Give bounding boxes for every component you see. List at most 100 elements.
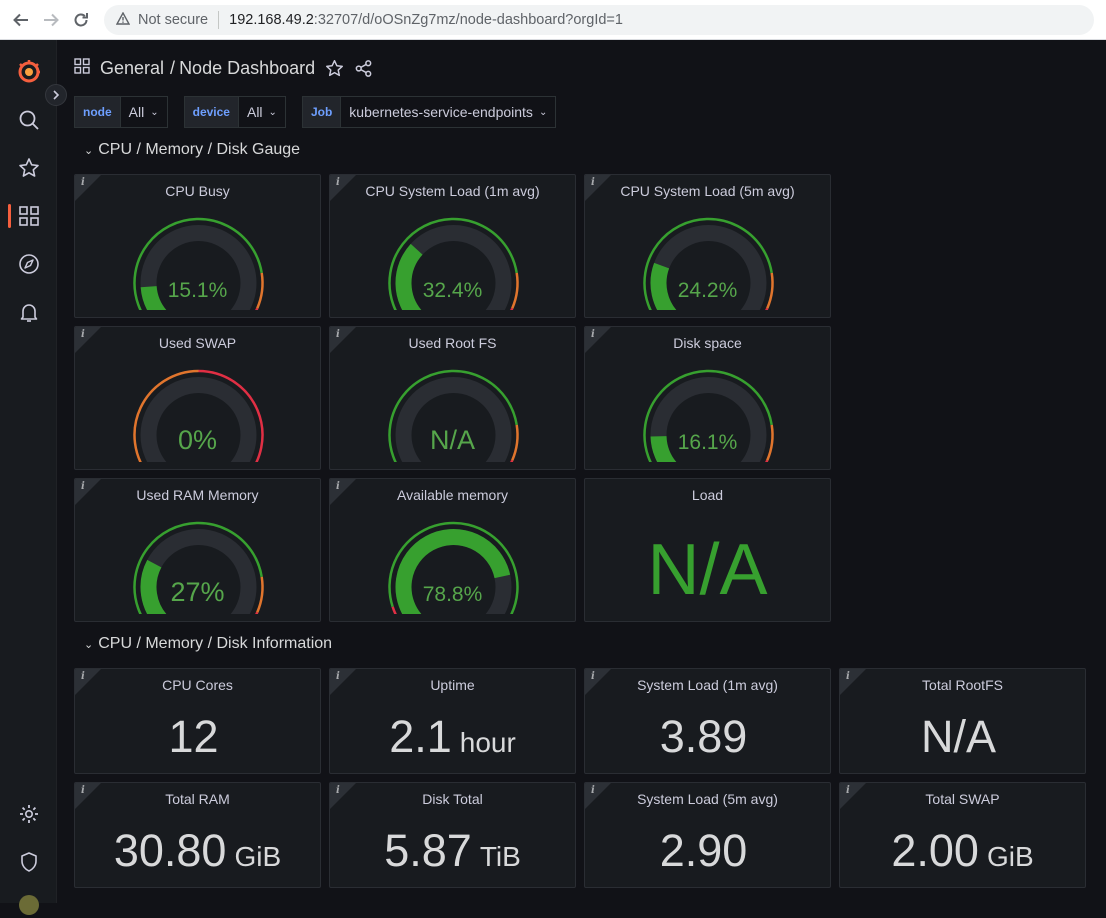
chevron-down-icon: ⌄ bbox=[84, 144, 94, 157]
panel-title[interactable]: Uptime bbox=[330, 677, 575, 693]
gauge-panel[interactable]: i CPU Busy 15.1% bbox=[74, 174, 321, 318]
browser-toolbar: Not secure 192.168.49.2 :32707/d/oOSnZg7… bbox=[0, 0, 1106, 40]
chevron-down-icon: ⌄ bbox=[268, 106, 277, 118]
gauge-value: 27% bbox=[170, 577, 225, 607]
panel-title[interactable]: System Load (1m avg) bbox=[585, 677, 830, 693]
grafana-logo-icon[interactable] bbox=[16, 58, 42, 84]
panel-title[interactable]: Used RAM Memory bbox=[75, 487, 320, 503]
panel-title[interactable]: CPU Cores bbox=[75, 677, 320, 693]
dashboard-header: General / Node Dashboard bbox=[74, 54, 373, 82]
stat-panel[interactable]: i Total RootFS N/A bbox=[839, 668, 1086, 774]
load-value: N/A bbox=[647, 530, 768, 610]
favorite-star-icon[interactable] bbox=[325, 59, 344, 78]
panel-title[interactable]: Total RAM bbox=[75, 791, 320, 807]
url-path: :32707/d/oOSnZg7mz/node-dashboard?orgId=… bbox=[313, 11, 623, 28]
stat-value: 30.80 GiB bbox=[75, 825, 320, 877]
address-divider bbox=[218, 10, 220, 29]
gauge-value: 15.1% bbox=[167, 279, 228, 302]
active-nav-indicator bbox=[8, 204, 11, 228]
gauge-value: 32.4% bbox=[422, 279, 483, 302]
stat-value: 2.1 hour bbox=[330, 711, 575, 763]
search-icon[interactable] bbox=[16, 107, 42, 133]
row-title: CPU / Memory / Disk Gauge bbox=[98, 141, 301, 158]
gauge-panel[interactable]: i Available memory 78.8% bbox=[329, 478, 576, 622]
panel-title[interactable]: System Load (5m avg) bbox=[585, 791, 830, 807]
variable-label-device: device bbox=[183, 96, 239, 128]
stat-number: 30.80 bbox=[113, 825, 227, 876]
stat-value: 2.90 bbox=[585, 825, 830, 877]
stat-panel[interactable]: i Disk Total 5.87 TiB bbox=[329, 782, 576, 888]
row-header-gauge[interactable]: ⌄ CPU / Memory / Disk Gauge bbox=[84, 141, 300, 159]
stat-panel[interactable]: i System Load (1m avg) 3.89 bbox=[584, 668, 831, 774]
stat-unit: GiB bbox=[234, 841, 282, 872]
address-bar[interactable]: Not secure 192.168.49.2 :32707/d/oOSnZg7… bbox=[104, 4, 1094, 35]
panel-title[interactable]: Total SWAP bbox=[840, 791, 1085, 807]
panel-title[interactable]: Used SWAP bbox=[75, 335, 320, 351]
panel-title[interactable]: Total RootFS bbox=[840, 677, 1085, 693]
breadcrumb-separator: / bbox=[170, 57, 176, 78]
shield-icon[interactable] bbox=[16, 849, 42, 875]
variable-value: kubernetes-service-endpoints bbox=[349, 104, 533, 120]
chevron-right-icon bbox=[53, 90, 60, 100]
warning-triangle-icon bbox=[115, 11, 131, 28]
panel-title[interactable]: Disk Total bbox=[330, 791, 575, 807]
avatar[interactable] bbox=[16, 892, 42, 918]
share-icon[interactable] bbox=[354, 59, 373, 78]
url-host: 192.168.49.2 bbox=[229, 11, 314, 28]
explore-icon[interactable] bbox=[16, 251, 42, 277]
stat-value: 5.87 TiB bbox=[330, 825, 575, 877]
variable-select-job[interactable]: kubernetes-service-endpoints ⌄ bbox=[341, 96, 557, 128]
gauge-panel[interactable]: i Disk space 16.1% bbox=[584, 326, 831, 470]
stat-panel[interactable]: i Total SWAP 2.00 GiB bbox=[839, 782, 1086, 888]
stat-number: N/A bbox=[920, 711, 996, 762]
reload-icon[interactable] bbox=[66, 5, 96, 35]
forward-arrow-icon[interactable] bbox=[36, 5, 66, 35]
gauge-panel[interactable]: i CPU System Load (1m avg) 32.4% bbox=[329, 174, 576, 318]
variable-select-node[interactable]: All ⌄ bbox=[120, 96, 168, 128]
star-icon[interactable] bbox=[16, 155, 42, 181]
stat-panel[interactable]: i Total RAM 30.80 GiB bbox=[74, 782, 321, 888]
chevron-down-icon: ⌄ bbox=[150, 106, 159, 118]
row-title: CPU / Memory / Disk Information bbox=[98, 635, 333, 652]
stat-value: N/A bbox=[840, 711, 1085, 763]
panel-title[interactable]: Used Root FS bbox=[330, 335, 575, 351]
panel-title[interactable]: Load bbox=[585, 487, 830, 503]
dashboards-grid-icon bbox=[74, 57, 90, 79]
stat-panel[interactable]: i CPU Cores 12 bbox=[74, 668, 321, 774]
sidebar-collapse-button[interactable] bbox=[45, 84, 67, 106]
breadcrumb-folder[interactable]: General bbox=[100, 58, 164, 79]
gauge-panel[interactable]: i CPU System Load (5m avg) 24.2% bbox=[584, 174, 831, 318]
panel-title[interactable]: CPU System Load (1m avg) bbox=[330, 183, 575, 199]
stat-number: 2.00 bbox=[891, 825, 979, 876]
dashboards-icon[interactable] bbox=[16, 203, 42, 229]
gauge-panel[interactable]: i Used RAM Memory 27% bbox=[74, 478, 321, 622]
stat-number: 12 bbox=[168, 711, 219, 762]
stat-number: 3.89 bbox=[659, 711, 748, 762]
sidebar bbox=[0, 40, 57, 915]
settings-icon[interactable] bbox=[16, 801, 42, 827]
panel-title[interactable]: Disk space bbox=[585, 335, 830, 351]
chevron-down-icon: ⌄ bbox=[538, 106, 548, 118]
stat-panel[interactable]: i System Load (5m avg) 2.90 bbox=[584, 782, 831, 888]
gauge-value: 0% bbox=[177, 425, 218, 455]
stat-unit: TiB bbox=[479, 841, 521, 872]
back-arrow-icon[interactable] bbox=[6, 5, 36, 35]
row-header-information[interactable]: ⌄ CPU / Memory / Disk Information bbox=[84, 635, 332, 653]
security-status[interactable]: Not secure bbox=[138, 12, 208, 28]
page-title[interactable]: Node Dashboard bbox=[179, 58, 315, 79]
alerting-icon[interactable] bbox=[16, 299, 42, 325]
variable-label-job: Job bbox=[301, 96, 342, 128]
load-panel[interactable]: Load N/A bbox=[584, 478, 831, 622]
gauge-value: 16.1% bbox=[677, 431, 738, 454]
stat-panel[interactable]: i Uptime 2.1 hour bbox=[329, 668, 576, 774]
template-variables: node All ⌄ device All ⌄ Job kubernetes-ser… bbox=[74, 96, 572, 128]
gauge-value: 24.2% bbox=[677, 279, 738, 302]
stat-value: 3.89 bbox=[585, 711, 830, 763]
stat-value: 2.00 GiB bbox=[840, 825, 1085, 877]
gauge-panel[interactable]: i Used SWAP 0% bbox=[74, 326, 321, 470]
panel-title[interactable]: Available memory bbox=[330, 487, 575, 503]
panel-title[interactable]: CPU System Load (5m avg) bbox=[585, 183, 830, 199]
panel-title[interactable]: CPU Busy bbox=[75, 183, 320, 199]
variable-select-device[interactable]: All ⌄ bbox=[238, 96, 286, 128]
gauge-panel[interactable]: i Used Root FS N/A bbox=[329, 326, 576, 470]
